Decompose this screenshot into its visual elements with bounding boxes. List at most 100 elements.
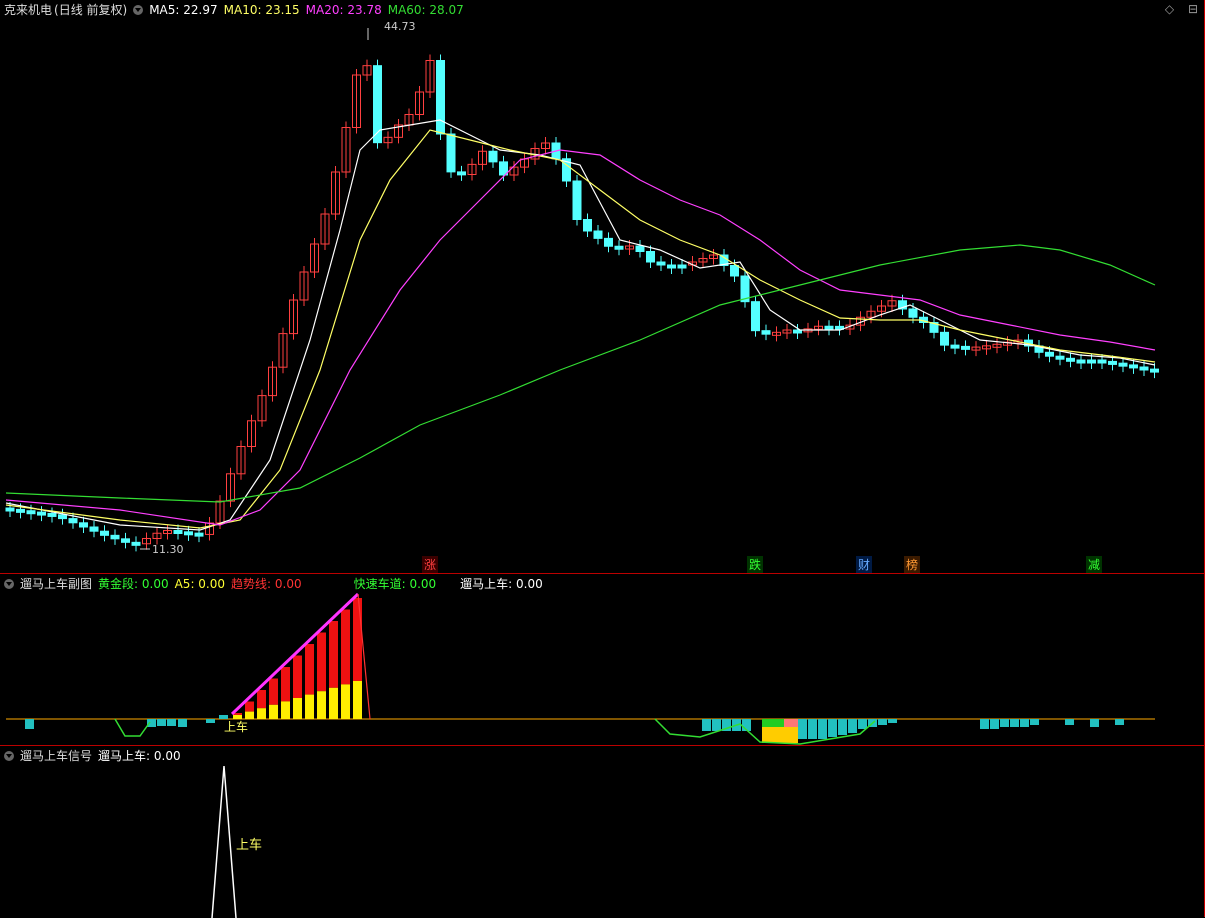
event-tag[interactable]: 财 — [856, 556, 873, 573]
candlestick-chart[interactable]: 44.73 11.30 — [0, 0, 1205, 573]
trend-bar — [257, 690, 266, 709]
indicator-bar — [808, 719, 817, 739]
chevron-down-icon[interactable] — [4, 579, 14, 589]
golden-bar — [293, 698, 302, 719]
ma60-value: MA60: 28.07 — [387, 3, 464, 17]
golden-bar — [329, 687, 338, 719]
a5-value: A5: 0.00 — [174, 577, 226, 591]
candle-body — [572, 180, 582, 220]
golden-bar — [269, 704, 278, 719]
candle-body — [908, 308, 918, 318]
fast-lane-curve — [114, 718, 151, 737]
signal-label: 上车 — [224, 720, 249, 734]
golden-bar — [317, 691, 326, 719]
golden-bar — [341, 684, 350, 719]
indicator-bar — [25, 719, 34, 729]
indicator-bar — [888, 719, 897, 723]
signal-value: 遛马上车: 0.00 — [98, 749, 181, 763]
indicator-bar — [178, 719, 187, 727]
golden-segment-value: 黄金段: 0.00 — [98, 577, 169, 591]
candle-body — [1087, 359, 1096, 364]
indicator-bar — [798, 719, 807, 739]
low-price-label: 11.30 — [152, 543, 184, 556]
candle-body — [761, 330, 771, 335]
indicator-bar — [990, 719, 999, 729]
event-tag[interactable]: 减 — [1086, 556, 1103, 573]
candle-body — [26, 510, 36, 515]
signal-pane[interactable]: 遛马上车信号 遛马上车: 0.00 上车 — [0, 745, 1205, 918]
fast-lane-value: 快速车道: 0.00 — [353, 577, 437, 591]
trend-bar — [341, 609, 350, 685]
indicator-bar — [878, 719, 887, 725]
signal-legend: 遛马上车信号 遛马上车: 0.00 — [4, 748, 187, 764]
ma10-value: MA10: 23.15 — [223, 3, 300, 17]
indicator-chart[interactable] — [0, 574, 1205, 746]
event-tag[interactable]: 跌 — [747, 556, 764, 573]
candle-body — [1108, 360, 1117, 365]
candle-body — [961, 345, 970, 350]
candle-body — [1129, 364, 1138, 369]
indicator-bar — [1090, 719, 1099, 727]
high-price-label: 44.73 — [384, 20, 416, 33]
indicator-bar — [848, 719, 857, 733]
event-tag[interactable]: 涨 — [422, 556, 439, 573]
indicator-bar — [980, 719, 989, 729]
candle-body — [58, 514, 67, 520]
signal-title: 遛马上车信号 — [20, 749, 93, 763]
signal-label: 上车 — [236, 838, 263, 853]
candle-body — [1066, 357, 1075, 362]
candle-body — [1139, 366, 1149, 371]
candle-body — [1097, 359, 1107, 364]
indicator-pane[interactable]: 遛马上车副图 黄金段: 0.00 A5: 0.00 趋势线: 0.00 快速车道… — [0, 573, 1205, 745]
indicator-bar — [828, 719, 837, 737]
candle-body — [614, 245, 624, 250]
diamond-icon[interactable]: ◇ — [1165, 2, 1174, 16]
candle-body — [751, 301, 760, 332]
indicator-bar — [206, 719, 215, 723]
corner-controls: ◇ ⊟ — [1155, 2, 1198, 16]
candle-body — [940, 331, 949, 346]
chevron-down-icon[interactable] — [133, 5, 144, 15]
candle-body — [68, 518, 78, 524]
candle-body — [436, 60, 445, 135]
candle-body — [635, 245, 645, 252]
trend-bar — [353, 598, 362, 681]
candle-body — [173, 530, 183, 534]
candle-body — [730, 265, 739, 277]
candle-body — [16, 508, 25, 513]
settings-icon[interactable]: ⊟ — [1188, 2, 1198, 16]
candle-body — [950, 344, 960, 349]
main-chart-pane[interactable]: 44.73 11.30 克来机电 (日线 前复权) MA5: 22.97 MA10… — [0, 0, 1205, 573]
golden-bar — [281, 701, 290, 719]
candle-body — [824, 325, 834, 330]
indicator-bar — [1010, 719, 1019, 727]
pink-block — [784, 719, 798, 727]
candle-body — [656, 261, 666, 266]
indicator-bar — [1030, 719, 1039, 725]
chevron-down-icon[interactable] — [4, 751, 14, 761]
indicator-bar — [712, 719, 721, 731]
ma20-value: MA20: 23.78 — [305, 3, 382, 17]
candle-body — [1045, 351, 1054, 357]
indicator-bar — [157, 719, 166, 726]
candle-body — [488, 150, 498, 163]
candle-body — [667, 264, 676, 269]
candle-body — [373, 65, 382, 144]
trend-bar — [245, 701, 254, 712]
indicator-bar — [1000, 719, 1009, 727]
trend-line-value: 趋势线: 0.00 — [231, 577, 302, 591]
golden-bar — [353, 681, 362, 719]
indicator-legend: 遛马上车副图 黄金段: 0.00 A5: 0.00 趋势线: 0.00 快速车道… — [4, 576, 549, 592]
event-tag[interactable]: 榜 — [904, 556, 921, 573]
candle-body — [131, 541, 141, 546]
candle-body — [1118, 362, 1128, 367]
candle-body — [37, 511, 46, 516]
indicator-bar — [1115, 719, 1124, 725]
indicator-bar — [1020, 719, 1029, 727]
trend-bar — [293, 655, 302, 698]
indicator-bar — [858, 719, 867, 729]
candle-body — [89, 526, 99, 532]
indicator-bar — [702, 719, 711, 731]
signal-chart[interactable] — [0, 746, 1205, 918]
ma60-line — [5, 244, 1156, 503]
